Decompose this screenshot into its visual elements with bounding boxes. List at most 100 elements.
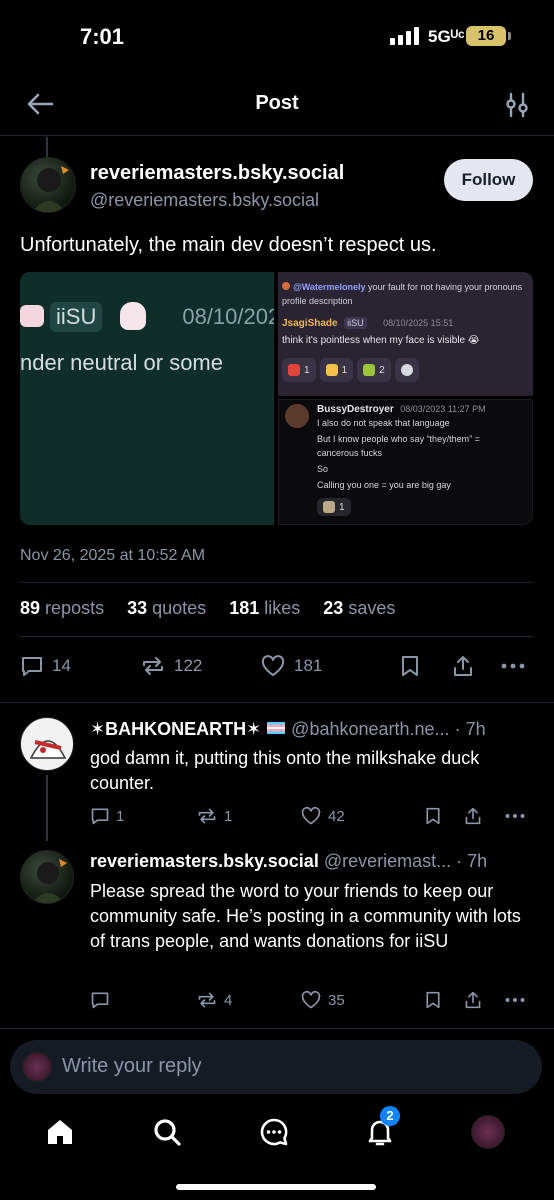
status-time: 7:01 bbox=[80, 24, 125, 49]
chat-icon bbox=[260, 1118, 288, 1146]
heart-icon bbox=[261, 655, 285, 676]
repost-button[interactable]: 122 bbox=[140, 654, 202, 678]
notification-badge: 2 bbox=[380, 1106, 400, 1126]
nav-home[interactable] bbox=[40, 1112, 80, 1152]
reaction: 1 bbox=[317, 498, 351, 516]
thread-line bbox=[46, 775, 48, 841]
reply-author-handle[interactable]: @reveriemast... bbox=[324, 851, 451, 871]
status-bar: 7:01 5Gᵁᶜ 16 bbox=[0, 0, 554, 70]
reply-header: reveriemasters.bsky.social @reveriemast.… bbox=[90, 851, 487, 872]
discord-username: JsagiShade bbox=[282, 318, 338, 329]
repost-button[interactable]: 1 bbox=[196, 806, 232, 826]
author-handle[interactable]: @reveriemasters.bsky.social bbox=[90, 190, 319, 211]
avatar-icon bbox=[282, 282, 290, 290]
post-text: Unfortunately, the main dev doesn’t resp… bbox=[20, 234, 437, 256]
reply-button[interactable]: 1 bbox=[90, 806, 124, 826]
share-icon bbox=[465, 807, 481, 825]
avatar[interactable] bbox=[20, 850, 74, 904]
share-button[interactable] bbox=[452, 654, 474, 678]
post-image-1[interactable]: iiSU 08/10/2025 nder neutral or some bbox=[20, 272, 274, 525]
emoji-icon bbox=[323, 501, 335, 513]
like-button[interactable]: 181 bbox=[260, 654, 322, 678]
repost-button[interactable]: 4 bbox=[196, 990, 232, 1010]
reply-composer[interactable]: Write your reply bbox=[10, 1040, 542, 1094]
more-button[interactable] bbox=[500, 654, 526, 678]
post-stats: 89 reposts 33 quotes 181 likes 23 saves bbox=[20, 598, 413, 619]
reply-actions: 4 35 bbox=[90, 990, 530, 1012]
image-text: nder neutral or some bbox=[20, 350, 223, 375]
bookmark-button[interactable] bbox=[424, 990, 442, 1010]
divider bbox=[0, 702, 554, 703]
post-image-3[interactable]: BussyDestroyer 08/03/2023 11:27 PM I als… bbox=[278, 399, 533, 525]
reply-author-handle[interactable]: @bahkonearth.ne... bbox=[291, 719, 449, 739]
discord-message: I also do not speak that language bbox=[317, 418, 450, 428]
thread-settings-button[interactable] bbox=[502, 90, 532, 120]
comment-icon bbox=[91, 992, 109, 1009]
reply-time: · 7h bbox=[454, 719, 486, 739]
image-date: 08/10/2025 bbox=[182, 304, 274, 329]
sliders-icon bbox=[506, 92, 528, 118]
quotes-stat[interactable]: 33 quotes bbox=[127, 598, 206, 618]
repost-icon bbox=[143, 657, 163, 675]
comment-icon bbox=[22, 657, 42, 676]
share-button[interactable] bbox=[464, 990, 482, 1010]
discord-message: think it's pointless when my face is vis… bbox=[282, 335, 480, 346]
nav-chat[interactable] bbox=[254, 1112, 294, 1152]
person-emoji-icon bbox=[363, 364, 376, 376]
post-image-2[interactable]: @Watermelonely your fault for not having… bbox=[278, 272, 533, 396]
thread-line bbox=[46, 137, 48, 157]
battery-icon: 16 bbox=[466, 26, 511, 46]
bookmark-button[interactable] bbox=[424, 806, 442, 826]
bookmark-icon bbox=[402, 656, 418, 676]
reaction: 1 bbox=[282, 358, 316, 382]
nav-notifications[interactable]: 2 bbox=[360, 1106, 400, 1152]
repost-icon bbox=[198, 808, 216, 824]
reply-time: · 7h bbox=[456, 851, 488, 871]
post-actions: 14 122 181 bbox=[20, 654, 534, 682]
share-icon bbox=[465, 991, 481, 1009]
more-button[interactable] bbox=[504, 990, 526, 1010]
ghost-emoji-icon bbox=[120, 302, 147, 330]
trans-flag-icon bbox=[267, 722, 286, 734]
nav-profile[interactable] bbox=[468, 1112, 508, 1152]
bookmark-icon bbox=[426, 991, 440, 1009]
follow-button[interactable]: Follow bbox=[444, 159, 533, 201]
discord-line: profile description bbox=[282, 296, 353, 306]
avatar bbox=[22, 1052, 52, 1082]
share-button[interactable] bbox=[464, 806, 482, 826]
reply-text: Please spread the word to your friends t… bbox=[90, 881, 521, 951]
avatar[interactable] bbox=[20, 157, 76, 213]
discord-username: BussyDestroyer bbox=[317, 404, 394, 415]
discord-message: cancerous fucks bbox=[317, 448, 383, 458]
author-name[interactable]: reveriemasters.bsky.social bbox=[90, 162, 344, 185]
share-icon bbox=[454, 656, 472, 676]
hand-emoji-icon bbox=[325, 364, 338, 376]
post-date: Nov 26, 2025 at 10:52 AM bbox=[20, 547, 206, 564]
nav-search[interactable] bbox=[147, 1112, 187, 1152]
reply-input-placeholder[interactable]: Write your reply bbox=[62, 1055, 202, 1078]
heart-icon bbox=[301, 990, 321, 1009]
saves-stat[interactable]: 23 saves bbox=[323, 598, 395, 618]
reply-header: ✶BAHKONEARTH✶ @bahkonearth.ne... · 7h bbox=[90, 719, 486, 740]
reposts-stat[interactable]: 89 reposts bbox=[20, 598, 104, 618]
x-emoji-icon bbox=[288, 364, 300, 376]
reply-author-name[interactable]: ✶BAHKONEARTH✶ bbox=[90, 719, 261, 739]
heart-icon bbox=[301, 806, 321, 825]
divider bbox=[0, 1028, 554, 1029]
comment-icon bbox=[91, 808, 109, 825]
reply-button[interactable] bbox=[90, 990, 116, 1010]
more-button[interactable] bbox=[504, 806, 526, 826]
profile-avatar bbox=[471, 1115, 505, 1149]
reply-author-name[interactable]: reveriemasters.bsky.social bbox=[90, 851, 319, 871]
likes-stat[interactable]: 181 likes bbox=[229, 598, 300, 618]
bookmark-button[interactable] bbox=[399, 654, 421, 678]
page-title: Post bbox=[255, 92, 299, 114]
more-dots-icon bbox=[501, 663, 525, 669]
avatar[interactable] bbox=[20, 717, 74, 771]
more-dots-icon bbox=[505, 998, 525, 1002]
reply-button[interactable]: 14 bbox=[20, 654, 71, 678]
like-button[interactable]: 42 bbox=[300, 806, 345, 826]
reply-text: god damn it, putting this onto the milks… bbox=[90, 748, 480, 793]
role-tag: iiSU bbox=[50, 302, 103, 332]
like-button[interactable]: 35 bbox=[300, 990, 345, 1010]
